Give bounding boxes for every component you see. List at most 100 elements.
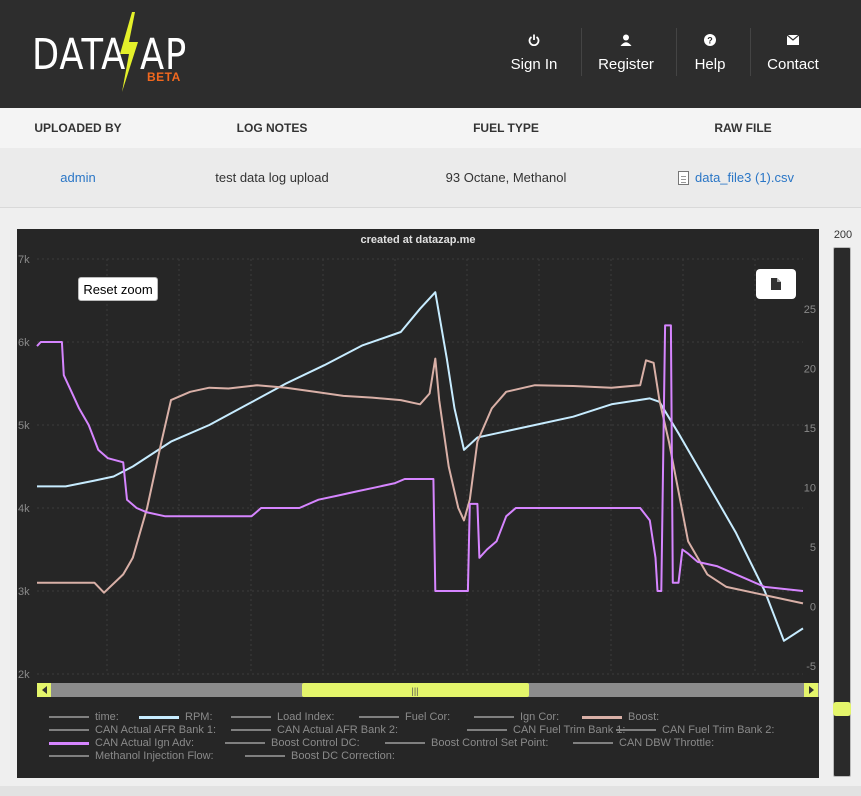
- nav-help-label: Help: [694, 56, 726, 73]
- beta-badge: BETA: [147, 70, 181, 84]
- y-left-tick-label: 3k: [18, 586, 30, 598]
- legend-label: Boost:: [628, 711, 660, 723]
- legend-swatch: [474, 716, 514, 718]
- document-icon: [771, 278, 781, 290]
- envelope-icon: [787, 32, 799, 48]
- legend-item-boost[interactable]: Boost:: [582, 711, 659, 723]
- help-icon: ?: [704, 32, 716, 48]
- chart-title: created at datazap.me: [360, 234, 476, 246]
- legend-label: Boost DC Correction:: [291, 750, 395, 762]
- legend-item-fuel-cor[interactable]: Fuel Cor:: [359, 711, 450, 723]
- side-slider-thumb[interactable]: [833, 702, 851, 716]
- legend-item-can-actual-afr-bank-1[interactable]: CAN Actual AFR Bank 1:: [49, 724, 216, 736]
- chart-panel[interactable]: 7k 6k 5k 4k 3k 2k 25 20 15 10 5 0 -5 ||| created at d…: [17, 229, 819, 778]
- user-icon: [620, 32, 632, 48]
- legend-label: Load Index:: [277, 711, 335, 723]
- footer-strip: [0, 786, 861, 796]
- nav-contact[interactable]: Contact: [764, 26, 822, 80]
- nav-sign-in-label: Sign In: [510, 56, 558, 73]
- y-left-tick-label: 7k: [18, 254, 30, 266]
- legend-swatch: [573, 742, 613, 744]
- y-right-tick-label: 10: [804, 483, 816, 495]
- export-button[interactable]: [756, 269, 796, 299]
- legend-swatch: [225, 742, 265, 744]
- legend-label: Ign Cor:: [520, 711, 560, 723]
- logo-text-left: DATA: [32, 30, 127, 80]
- legend-item-boost-control-set-point[interactable]: Boost Control Set Point:: [385, 737, 548, 749]
- legend-swatch: [49, 755, 89, 757]
- line-chart[interactable]: 7k 6k 5k 4k 3k 2k 25 20 15 10 5 0 -5 |||: [17, 229, 819, 778]
- log-info-row: admin test data log upload 93 Octane, Me…: [0, 148, 861, 208]
- app-root: DATA AP BETA Sign In Register ? Help Con…: [0, 0, 861, 796]
- legend-item-can-actual-afr-bank-2[interactable]: CAN Actual AFR Bank 2:: [231, 724, 398, 736]
- col-head-log-notes: LOG NOTES: [236, 121, 308, 135]
- legend-swatch: [385, 742, 425, 744]
- y-left-tick-label: 4k: [18, 503, 30, 515]
- y-right-tick-label: 0: [810, 602, 816, 614]
- legend-item-rpm[interactable]: RPM:: [139, 711, 213, 723]
- series-line-can-actual-ign-adv: [36, 324, 804, 592]
- legend-label: CAN Actual AFR Bank 2:: [277, 724, 399, 736]
- side-range-slider[interactable]: [833, 247, 851, 777]
- y-right-tick-label: 25: [804, 304, 816, 316]
- power-icon: [528, 32, 540, 48]
- col-head-fuel-type: FUEL TYPE: [473, 121, 539, 135]
- legend-item-can-fuel-trim-bank-1[interactable]: CAN Fuel Trim Bank 1:: [467, 724, 625, 736]
- nav-help[interactable]: ? Help: [690, 26, 730, 80]
- raw-file-link[interactable]: data_file3 (1).csv: [678, 170, 808, 185]
- legend-item-ign-cor[interactable]: Ign Cor:: [474, 711, 559, 723]
- legend-item-can-dbw-throttle[interactable]: CAN DBW Throttle:: [573, 737, 714, 749]
- datazap-logo[interactable]: DATA AP BETA: [32, 12, 192, 92]
- legend-swatch: [231, 716, 271, 718]
- nav-divider: [750, 28, 751, 76]
- nav-register[interactable]: Register: [596, 26, 656, 80]
- y-right-tick-label: 15: [804, 423, 816, 435]
- legend-swatch: [231, 729, 271, 731]
- nav-register-label: Register: [598, 56, 654, 73]
- legend-swatch: [616, 729, 656, 731]
- col-head-uploaded-by: UPLOADED BY: [34, 121, 122, 135]
- legend-item-time[interactable]: time:: [49, 711, 119, 723]
- log-notes-value: test data log upload: [215, 170, 329, 185]
- legend-swatch: [359, 716, 399, 718]
- y-right-tick-label: 5: [810, 542, 816, 554]
- legend-label: Fuel Cor:: [405, 711, 451, 723]
- legend-label: RPM:: [185, 711, 213, 723]
- nav-divider: [581, 28, 582, 76]
- legend-swatch: [49, 729, 89, 731]
- uploader-link[interactable]: admin: [20, 170, 136, 185]
- legend-item-boost-control-dc[interactable]: Boost Control DC:: [225, 737, 360, 749]
- svg-text:?: ?: [707, 36, 713, 46]
- legend-item-can-actual-ign-adv[interactable]: CAN Actual Ign Adv:: [49, 737, 194, 749]
- legend-label: CAN Actual AFR Bank 1:: [95, 724, 217, 736]
- navigator-grip-icon: |||: [411, 686, 418, 696]
- reset-zoom-button[interactable]: Reset zoom: [78, 277, 158, 301]
- y-right-tick-label: -5: [806, 661, 816, 673]
- series-line-boost: [37, 357, 804, 605]
- series-line-rpm: [37, 291, 804, 642]
- legend-item-can-fuel-trim-bank-2[interactable]: CAN Fuel Trim Bank 2:: [616, 724, 774, 736]
- legend-label: CAN Fuel Trim Bank 1:: [513, 724, 626, 736]
- y-left-tick-label: 2k: [18, 669, 30, 681]
- legend-label: Boost Control DC:: [271, 737, 360, 749]
- y-left-tick-label: 6k: [18, 337, 30, 349]
- top-header: DATA AP BETA Sign In Register ? Help Con…: [0, 0, 861, 108]
- nav-sign-in[interactable]: Sign In: [508, 26, 560, 80]
- legend-item-load-index[interactable]: Load Index:: [231, 711, 335, 723]
- y-left-tick-label: 5k: [18, 420, 30, 432]
- legend-swatch: [139, 715, 179, 719]
- nav-contact-label: Contact: [767, 56, 819, 73]
- legend-label: Methanol Injection Flow:: [95, 750, 214, 762]
- legend-swatch: [49, 741, 89, 745]
- legend-swatch: [582, 715, 622, 719]
- lightning-bolt-icon: [120, 12, 138, 92]
- legend-item-methanol-injection-flow[interactable]: Methanol Injection Flow:: [49, 750, 214, 762]
- legend-item-boost-dc-correction[interactable]: Boost DC Correction:: [245, 750, 395, 762]
- legend-label: Boost Control Set Point:: [431, 737, 549, 749]
- legend-label: CAN DBW Throttle:: [619, 737, 715, 749]
- fuel-type-value: 93 Octane, Methanol: [445, 170, 567, 185]
- legend-swatch: [245, 755, 285, 757]
- legend-label: CAN Actual Ign Adv:: [95, 737, 195, 749]
- nav-divider: [676, 28, 677, 76]
- side-slider-max-label: 200: [833, 229, 853, 241]
